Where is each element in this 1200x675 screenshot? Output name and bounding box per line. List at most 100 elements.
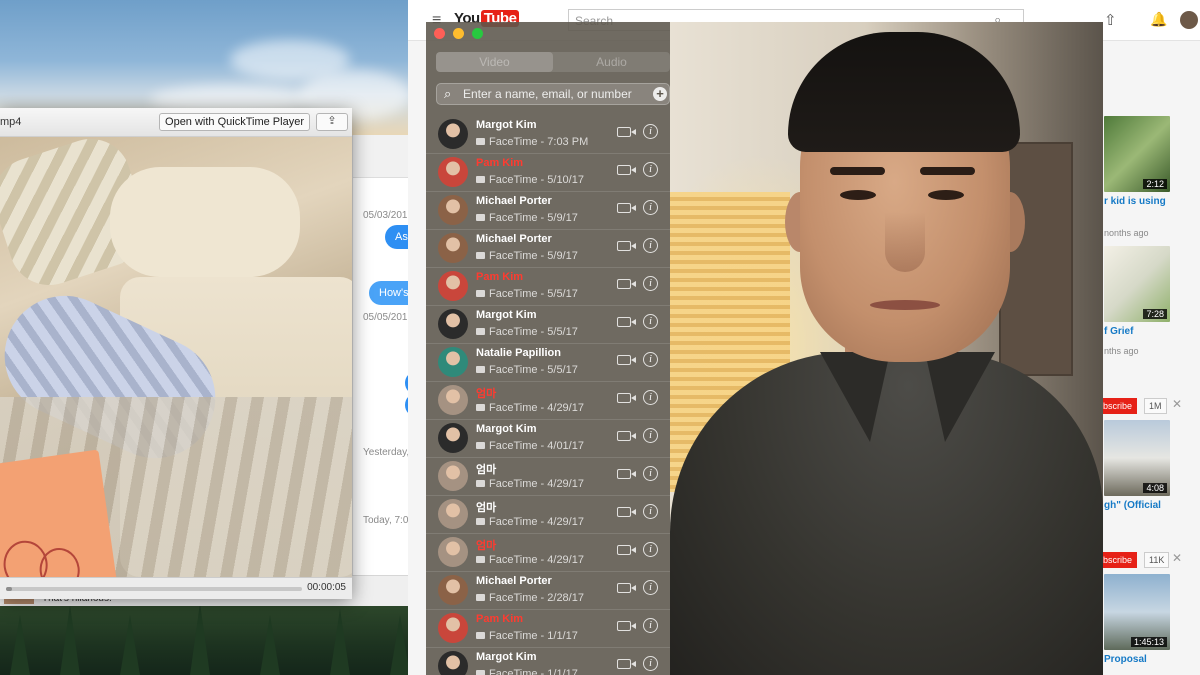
avatar: [438, 613, 468, 643]
shirt-collar: [925, 352, 995, 442]
window-minimize-button[interactable]: [453, 28, 464, 39]
info-icon[interactable]: i: [643, 618, 658, 633]
video-title[interactable]: f Grief: [1104, 326, 1133, 337]
video-call-icon[interactable]: [617, 583, 636, 593]
tab-audio[interactable]: Audio: [553, 52, 670, 72]
recent-call-row[interactable]: Margot Kim FaceTime - 4/01/17 i: [426, 419, 670, 458]
info-icon[interactable]: i: [643, 542, 658, 557]
recent-call-row[interactable]: 엄마 FaceTime - 4/29/17 i: [426, 381, 670, 420]
video-title[interactable]: gh" (Official: [1104, 500, 1161, 511]
call-detail-text: FaceTime - 5/9/17: [489, 212, 578, 224]
video-title[interactable]: Proposal: [1104, 654, 1147, 665]
person-mouth: [870, 300, 940, 310]
open-with-quicktime-button[interactable]: Open with QuickTime Player: [159, 113, 310, 131]
video-thumbnail[interactable]: 7:28: [1104, 246, 1170, 322]
call-detail-text: FaceTime - 5/5/17: [489, 364, 578, 376]
call-detail-text: FaceTime - 4/29/17: [489, 478, 584, 490]
recent-call-row[interactable]: Pam Kim FaceTime - 1/1/17 i: [426, 609, 670, 648]
video-thumbnail[interactable]: 4:08: [1104, 420, 1170, 496]
video-frame[interactable]: [0, 137, 352, 577]
video-camera-icon: [476, 442, 485, 449]
video-call-icon[interactable]: [617, 279, 636, 289]
video-call-icon[interactable]: [617, 317, 636, 327]
info-icon[interactable]: i: [643, 124, 658, 139]
recent-call-row[interactable]: 엄마 FaceTime - 4/29/17 i: [426, 533, 670, 572]
recent-call-row[interactable]: Michael Porter FaceTime - 2/28/17 i: [426, 571, 670, 610]
video-call-icon[interactable]: [617, 393, 636, 403]
video-thumbnail[interactable]: 1:45:13: [1104, 574, 1170, 650]
recent-call-row[interactable]: Natalie Papillion FaceTime - 5/5/17 i: [426, 343, 670, 382]
facetime-video-feed[interactable]: [670, 22, 1103, 675]
call-detail: FaceTime - 1/1/17: [476, 630, 578, 642]
bell-icon[interactable]: 🔔: [1150, 11, 1167, 28]
window-zoom-button[interactable]: [472, 28, 483, 39]
call-detail: FaceTime - 4/01/17: [476, 440, 584, 452]
avatar[interactable]: [1180, 11, 1198, 29]
recent-call-row[interactable]: 엄마 FaceTime - 4/29/17 i: [426, 495, 670, 534]
info-icon[interactable]: i: [643, 200, 658, 215]
call-detail: FaceTime - 4/29/17: [476, 478, 584, 490]
recent-call-row[interactable]: Pam Kim FaceTime - 5/10/17 i: [426, 153, 670, 192]
info-icon[interactable]: i: [643, 428, 658, 443]
add-contact-icon[interactable]: +: [653, 87, 667, 101]
recent-call-row[interactable]: Michael Porter FaceTime - 5/9/17 i: [426, 191, 670, 230]
recent-call-row[interactable]: Margot Kim FaceTime - 5/5/17 i: [426, 305, 670, 344]
info-icon[interactable]: i: [643, 238, 658, 253]
info-icon[interactable]: i: [643, 466, 658, 481]
close-icon[interactable]: ✕: [1172, 551, 1182, 565]
info-icon[interactable]: i: [643, 314, 658, 329]
tab-video[interactable]: Video: [436, 52, 553, 72]
playback-scrubber[interactable]: [6, 587, 302, 591]
search-input[interactable]: [463, 84, 653, 104]
video-call-icon[interactable]: [617, 545, 636, 555]
info-icon[interactable]: i: [643, 656, 658, 671]
youtube-recommendations: 2:12 r kid is using nonths ago 7:28 f Gr…: [1098, 90, 1200, 675]
recent-call-row[interactable]: Pam Kim FaceTime - 5/5/17 i: [426, 267, 670, 306]
tree: [60, 605, 80, 675]
video-camera-icon: [476, 632, 485, 639]
recent-call-row[interactable]: 엄마 FaceTime - 4/29/17 i: [426, 457, 670, 496]
avatar: [438, 423, 468, 453]
video-call-icon[interactable]: [617, 659, 636, 669]
call-detail: FaceTime - 7:03 PM: [476, 136, 588, 148]
video-call-icon[interactable]: [617, 621, 636, 631]
call-detail: FaceTime - 5/5/17: [476, 288, 578, 300]
video-thumbnail[interactable]: 2:12: [1104, 116, 1170, 192]
video-call-icon[interactable]: [617, 355, 636, 365]
call-detail-text: FaceTime - 1/1/17: [489, 630, 578, 642]
info-icon[interactable]: i: [643, 580, 658, 595]
video-call-icon[interactable]: [617, 203, 636, 213]
info-icon[interactable]: i: [643, 504, 658, 519]
upload-icon[interactable]: ⇧: [1104, 11, 1117, 29]
video-call-icon[interactable]: [617, 431, 636, 441]
close-icon[interactable]: ✕: [1172, 397, 1182, 411]
video-camera-icon: [476, 670, 485, 675]
recent-call-row[interactable]: Margot Kim FaceTime - 7:03 PM i: [426, 115, 670, 154]
subscribe-button[interactable]: bscribe: [1098, 552, 1138, 568]
caller-name: Margot Kim: [476, 651, 537, 663]
info-icon[interactable]: i: [643, 352, 658, 367]
video-call-icon[interactable]: [617, 165, 636, 175]
subscribe-button[interactable]: bscribe: [1098, 398, 1138, 414]
info-icon[interactable]: i: [643, 390, 658, 405]
video-call-icon[interactable]: [617, 507, 636, 517]
call-detail-text: FaceTime - 5/5/17: [489, 288, 578, 300]
recent-call-row[interactable]: Margot Kim FaceTime - 1/1/17 i: [426, 647, 670, 675]
call-detail: FaceTime - 4/29/17: [476, 554, 584, 566]
window-close-button[interactable]: [434, 28, 445, 39]
avatar: [438, 499, 468, 529]
video-camera-icon: [476, 138, 485, 145]
avatar: [438, 537, 468, 567]
info-icon[interactable]: i: [643, 162, 658, 177]
caller-name: Michael Porter: [476, 195, 552, 207]
video-call-icon[interactable]: [617, 127, 636, 137]
video-call-icon[interactable]: [617, 469, 636, 479]
pillow: [110, 167, 300, 277]
video-call-icon[interactable]: [617, 241, 636, 251]
recent-call-row[interactable]: Michael Porter FaceTime - 5/9/17 i: [426, 229, 670, 268]
video-title[interactable]: r kid is using: [1104, 196, 1166, 207]
info-icon[interactable]: i: [643, 276, 658, 291]
call-detail-text: FaceTime - 4/29/17: [489, 554, 584, 566]
video-camera-icon: [476, 366, 485, 373]
share-icon[interactable]: ⇪: [316, 113, 348, 131]
